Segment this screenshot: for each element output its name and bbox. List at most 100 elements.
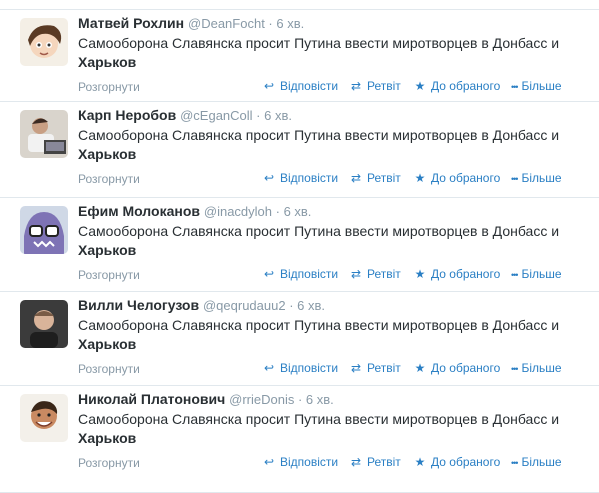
separator-dot: · bbox=[285, 298, 298, 313]
favorite-label: До обраного bbox=[431, 361, 501, 375]
tweet-item[interactable]: Вилли Челогузов @qeqrudauu2 · 6 хв. Самоо… bbox=[0, 292, 599, 386]
author-name[interactable]: Карп Неробов bbox=[78, 107, 176, 123]
tweet-header: Ефим Молоканов @inacdyloh · 6 хв. bbox=[78, 203, 311, 221]
reply-button[interactable]: ↩ Відповісти bbox=[262, 361, 338, 375]
tweet-time[interactable]: 6 хв. bbox=[264, 108, 292, 123]
tweet-time[interactable]: 6 хв. bbox=[297, 298, 325, 313]
expand-link[interactable]: Розгорнути bbox=[78, 268, 140, 282]
retweet-button[interactable]: ⇄ Ретвіт bbox=[349, 79, 401, 93]
more-button[interactable]: ••• Більше bbox=[511, 361, 562, 375]
tweet-text: Самооборона Славянска просит Путина ввес… bbox=[78, 126, 578, 164]
author-handle[interactable]: @rrieDonis bbox=[229, 392, 294, 407]
tweet-text-line: Самооборона Славянска просит Путина ввес… bbox=[78, 317, 560, 333]
author-handle[interactable]: @DeanFocht bbox=[188, 16, 265, 31]
tweet-text-line: Самооборона Славянска просит Путина ввес… bbox=[78, 35, 560, 51]
reply-button[interactable]: ↩ Відповісти bbox=[262, 267, 338, 281]
separator-dot: · bbox=[264, 16, 277, 31]
tweet-text-line: Харьков bbox=[78, 242, 137, 258]
reply-button[interactable]: ↩ Відповісти bbox=[262, 171, 338, 185]
star-icon: ★ bbox=[414, 267, 426, 281]
tweet-item[interactable]: Карп Неробов @cEganColl · 6 хв. Самооборо… bbox=[0, 102, 599, 198]
retweet-button[interactable]: ⇄ Ретвіт bbox=[349, 361, 401, 375]
favorite-button[interactable]: ★ До обраного bbox=[413, 455, 501, 469]
separator-dot: · bbox=[294, 392, 306, 407]
more-label: Більше bbox=[521, 455, 562, 469]
expand-link[interactable]: Розгорнути bbox=[78, 362, 140, 376]
avatar[interactable] bbox=[20, 394, 68, 442]
author-name[interactable]: Николай Платонович bbox=[78, 391, 225, 407]
tweet-text-line: Харьков bbox=[78, 430, 137, 446]
favorite-label: До обраного bbox=[431, 267, 501, 281]
author-handle[interactable]: @qeqrudauu2 bbox=[203, 298, 286, 313]
avatar[interactable] bbox=[20, 300, 68, 348]
tweet-text-line: Харьков bbox=[78, 146, 137, 162]
tweet-text: Самооборона Славянска просит Путина ввес… bbox=[78, 222, 578, 260]
tweet-header: Матвей Рохлин @DeanFocht · 6 хв. bbox=[78, 15, 304, 33]
tweet-time[interactable]: 6 хв. bbox=[284, 204, 312, 219]
reply-icon: ↩ bbox=[263, 455, 275, 469]
more-label: Більше bbox=[521, 171, 562, 185]
favorite-label: До обраного bbox=[431, 455, 501, 469]
author-handle[interactable]: @cEganColl bbox=[180, 108, 252, 123]
avatar[interactable] bbox=[20, 110, 68, 158]
reply-button[interactable]: ↩ Відповісти bbox=[262, 455, 338, 469]
tweet-text-line: Самооборона Славянска просит Путина ввес… bbox=[78, 223, 560, 239]
favorite-button[interactable]: ★ До обраного bbox=[413, 267, 501, 281]
expand-link[interactable]: Розгорнути bbox=[78, 172, 140, 186]
previous-tweet-edge bbox=[0, 0, 599, 10]
tweet-timeline: Матвей Рохлин @DeanFocht · 6 хв. Самообор… bbox=[0, 0, 599, 493]
tweet-text-line: Самооборона Славянска просит Путина ввес… bbox=[78, 411, 560, 427]
reply-icon: ↩ bbox=[263, 267, 275, 281]
more-button[interactable]: ••• Більше bbox=[511, 455, 562, 469]
more-label: Більше bbox=[521, 79, 562, 93]
author-name[interactable]: Матвей Рохлин bbox=[78, 15, 184, 31]
more-dots-icon: ••• bbox=[511, 82, 519, 92]
retweet-label: Ретвіт bbox=[367, 455, 401, 469]
author-name[interactable]: Вилли Челогузов bbox=[78, 297, 199, 313]
star-icon: ★ bbox=[414, 79, 426, 93]
reply-icon: ↩ bbox=[263, 361, 275, 375]
more-label: Більше bbox=[521, 267, 562, 281]
favorite-button[interactable]: ★ До обраного bbox=[413, 79, 501, 93]
tweet-time[interactable]: 6 хв. bbox=[306, 392, 334, 407]
favorite-label: До обраного bbox=[431, 171, 501, 185]
more-label: Більше bbox=[521, 361, 562, 375]
reply-label: Відповісти bbox=[280, 267, 339, 281]
reply-label: Відповісти bbox=[280, 79, 339, 93]
tweet-item[interactable]: Николай Платонович @rrieDonis · 6 хв. Сам… bbox=[0, 386, 599, 493]
star-icon: ★ bbox=[414, 361, 426, 375]
tweet-text: Самооборона Славянска просит Путина ввес… bbox=[78, 316, 578, 354]
avatar[interactable] bbox=[20, 18, 68, 66]
retweet-label: Ретвіт bbox=[367, 79, 401, 93]
favorite-button[interactable]: ★ До обраного bbox=[413, 171, 501, 185]
favorite-label: До обраного bbox=[431, 79, 501, 93]
retweet-button[interactable]: ⇄ Ретвіт bbox=[349, 171, 401, 185]
tweet-time[interactable]: 6 хв. bbox=[276, 16, 304, 31]
more-dots-icon: ••• bbox=[511, 364, 519, 374]
tweet-text: Самооборона Славянска просит Путина ввес… bbox=[78, 34, 578, 72]
more-button[interactable]: ••• Більше bbox=[511, 171, 562, 185]
tweet-text-line: Самооборона Славянска просит Путина ввес… bbox=[78, 127, 560, 143]
retweet-label: Ретвіт bbox=[367, 267, 401, 281]
author-handle[interactable]: @inacdyloh bbox=[204, 204, 272, 219]
reply-label: Відповісти bbox=[280, 171, 339, 185]
more-button[interactable]: ••• Більше bbox=[511, 267, 562, 281]
avatar[interactable] bbox=[20, 206, 68, 254]
tweet-text-line: Харьков bbox=[78, 336, 137, 352]
retweet-button[interactable]: ⇄ Ретвіт bbox=[349, 267, 401, 281]
tweet-text: Самооборона Славянска просит Путина ввес… bbox=[78, 410, 578, 448]
author-name[interactable]: Ефим Молоканов bbox=[78, 203, 200, 219]
retweet-icon: ⇄ bbox=[350, 361, 362, 375]
tweet-item[interactable]: Ефим Молоканов @inacdyloh · 6 хв. Самообо… bbox=[0, 198, 599, 292]
retweet-label: Ретвіт bbox=[367, 171, 401, 185]
retweet-icon: ⇄ bbox=[350, 171, 362, 185]
retweet-button[interactable]: ⇄ Ретвіт bbox=[349, 455, 401, 469]
reply-button[interactable]: ↩ Відповісти bbox=[262, 79, 338, 93]
expand-link[interactable]: Розгорнути bbox=[78, 456, 140, 470]
tweet-item[interactable]: Матвей Рохлин @DeanFocht · 6 хв. Самообор… bbox=[0, 10, 599, 102]
favorite-button[interactable]: ★ До обраного bbox=[413, 361, 501, 375]
expand-link[interactable]: Розгорнути bbox=[78, 80, 140, 94]
more-button[interactable]: ••• Більше bbox=[511, 79, 562, 93]
more-dots-icon: ••• bbox=[511, 174, 519, 184]
retweet-icon: ⇄ bbox=[350, 455, 362, 469]
